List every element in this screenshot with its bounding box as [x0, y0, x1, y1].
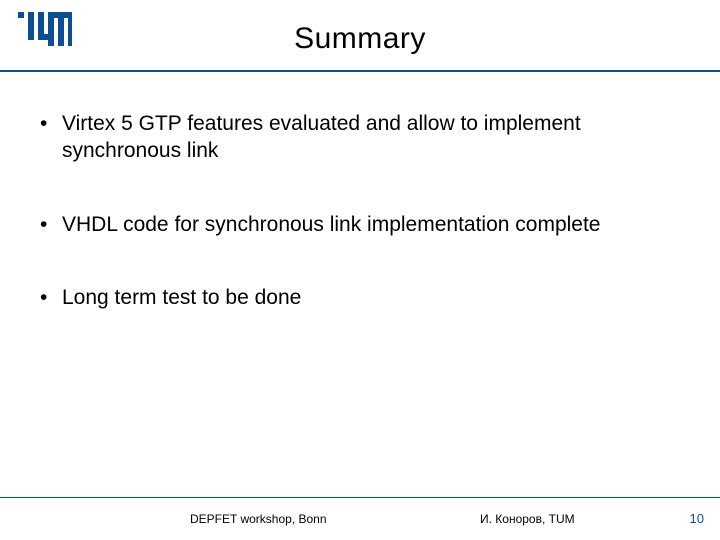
- list-item: VHDL code for synchronous link implement…: [40, 211, 680, 238]
- tum-logo-icon: [18, 12, 72, 51]
- slide-title: Summary: [0, 0, 720, 56]
- bullet-list: Virtex 5 GTP features evaluated and allo…: [40, 110, 680, 311]
- footer-left-text: DEPFET workshop, Bonn: [190, 512, 327, 526]
- footer-center-text: И. Коноров, TUM: [480, 512, 575, 526]
- slide-content: Virtex 5 GTP features evaluated and allo…: [40, 110, 680, 357]
- page-number: 10: [690, 511, 704, 526]
- list-item: Virtex 5 GTP features evaluated and allo…: [40, 110, 680, 165]
- slide-footer: DEPFET workshop, Bonn И. Коноров, TUM 10: [0, 498, 720, 540]
- list-item: Long term test to be done: [40, 284, 680, 311]
- slide-header: Summary: [0, 0, 720, 72]
- slide: Summary Virtex 5 GTP features evaluated …: [0, 0, 720, 540]
